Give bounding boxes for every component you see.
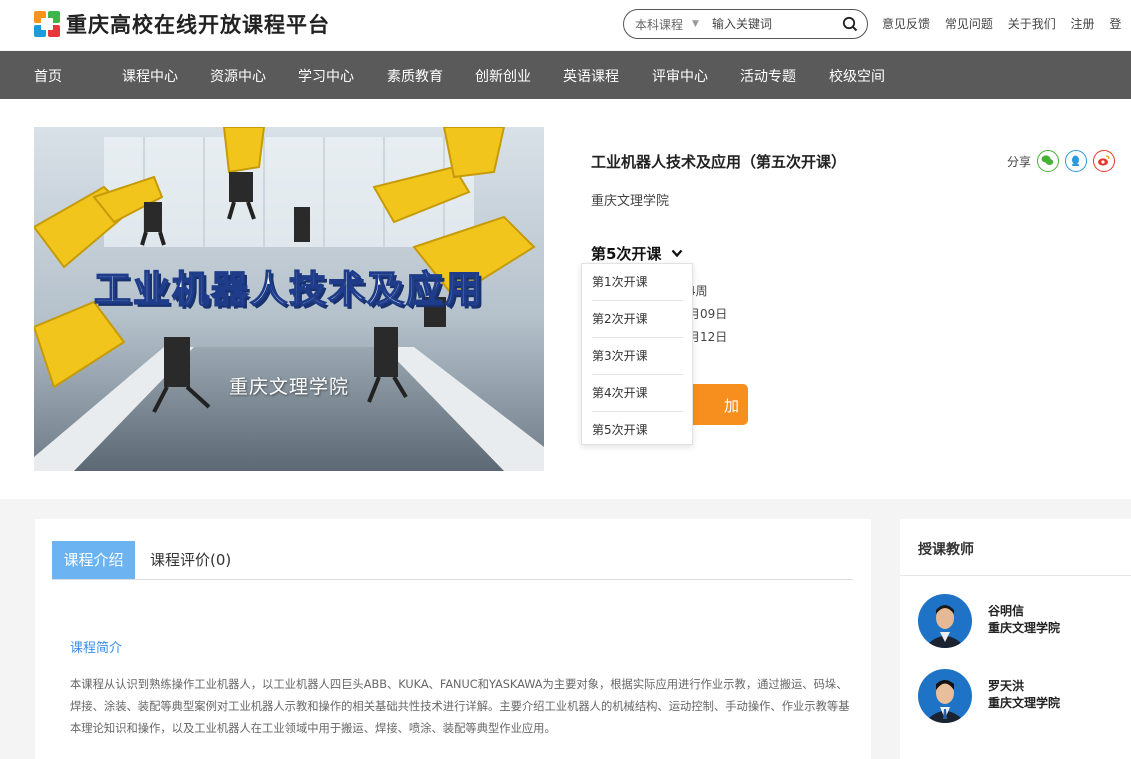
session-dropdown-menu: 第1次开课 第2次开课 第3次开课 第4次开课 第5次开课 (581, 263, 693, 445)
course-end-date: 月12日 (688, 330, 728, 344)
nav-item-english[interactable]: 英语课程 (563, 66, 619, 86)
intro-heading: 课程简介 (70, 641, 123, 656)
avatar (918, 669, 972, 723)
divider (900, 575, 1131, 576)
feedback-link[interactable]: 意见反馈 (882, 17, 930, 31)
top-links: 意见反馈 常见问题 关于我们 注册 登 (882, 15, 1131, 32)
nav-item-learning[interactable]: 学习中心 (298, 66, 354, 86)
teacher-school: 重庆文理学院 (988, 696, 1061, 710)
register-link[interactable]: 注册 (1071, 17, 1095, 31)
nav-item-home[interactable]: 首页 (34, 66, 62, 86)
course-header: 工业机器人技术及应用 重庆文理学院 工业机器人技术及应用（第五次开课） 重庆文理… (0, 99, 1131, 499)
session-option[interactable]: 第4次开课 (592, 375, 683, 412)
faq-link[interactable]: 常见问题 (945, 17, 993, 31)
logo-mark-icon (34, 11, 60, 37)
nav-item-quality[interactable]: 素质教育 (387, 66, 443, 86)
teacher-card[interactable]: 谷明信 重庆文理学院 (918, 594, 1131, 650)
qq-icon[interactable] (1065, 150, 1088, 172)
nav-item-school-space[interactable]: 校级空间 (829, 66, 885, 86)
intro-text: 本课程从认识到熟练操作工业机器人，以工业机器人四巨头ABB、KUKA、FANUC… (70, 678, 850, 735)
top-header: 重庆高校在线开放课程平台 本科课程 ▼ 意见反馈 常见问题 关于我们 注册 登 (0, 0, 1131, 50)
cover-title: 工业机器人技术及应用 (93, 267, 484, 312)
main-nav: 首页 课程中心 资源中心 学习中心 素质教育 创新创业 英语课程 评审中心 活动… (0, 51, 1131, 99)
teachers-heading: 授课教师 (918, 542, 974, 558)
search-category-select[interactable]: 本科课程 (635, 16, 683, 33)
teacher-school: 重庆文理学院 (988, 621, 1061, 635)
cover-school: 重庆文理学院 (228, 376, 349, 398)
search-input[interactable] (711, 17, 818, 31)
course-title: 工业机器人技术及应用（第五次开课） (591, 153, 847, 171)
dropdown-caret-icon[interactable]: ▼ (692, 19, 699, 29)
site-title: 重庆高校在线开放课程平台 (66, 13, 330, 37)
login-link[interactable]: 登 (1109, 17, 1121, 31)
teacher-name: 谷明信 (988, 604, 1025, 618)
course-detail-panel: 课程介绍 课程评价(0) 课程简介 本课程从认识到熟练操作工业机器人，以工业机器… (35, 519, 871, 759)
teacher-card[interactable]: 罗天洪 重庆文理学院 (918, 669, 1131, 725)
about-link[interactable]: 关于我们 (1008, 17, 1056, 31)
session-option[interactable]: 第5次开课 (592, 412, 683, 448)
session-selected-label: 第5次开课 (591, 245, 662, 263)
session-option[interactable]: 第1次开课 (592, 264, 683, 301)
search-icon[interactable] (842, 16, 858, 32)
teachers-panel: 授课教师 谷明信 重庆文理学院 罗天洪 重庆文理学院 (900, 519, 1131, 759)
nav-item-review[interactable]: 评审中心 (652, 66, 708, 86)
weibo-icon[interactable] (1093, 150, 1116, 172)
tab-course-intro[interactable]: 课程介绍 (52, 541, 135, 579)
course-school: 重庆文理学院 (591, 194, 670, 209)
detail-tabs: 课程介绍 课程评价(0) (52, 541, 853, 580)
nav-item-resources[interactable]: 资源中心 (210, 66, 266, 86)
avatar (918, 594, 972, 648)
wechat-icon[interactable] (1037, 150, 1060, 172)
share-label: 分享 (1007, 154, 1032, 169)
site-logo[interactable]: 重庆高校在线开放课程平台 (34, 9, 330, 39)
nav-item-innovation[interactable]: 创新创业 (475, 66, 531, 86)
teacher-name: 罗天洪 (988, 679, 1025, 693)
chevron-down-icon (672, 249, 683, 258)
share-bar: 分享 (1007, 150, 1116, 172)
session-option[interactable]: 第2次开课 (592, 301, 683, 338)
session-option[interactable]: 第3次开课 (592, 338, 683, 375)
search-bar: 本科课程 ▼ (623, 9, 868, 39)
session-selector[interactable]: 第5次开课 (591, 243, 683, 264)
nav-item-events[interactable]: 活动专题 (740, 66, 796, 86)
tab-course-reviews[interactable]: 课程评价(0) (150, 541, 231, 579)
nav-item-courses[interactable]: 课程中心 (122, 66, 178, 86)
course-cover-image: 工业机器人技术及应用 重庆文理学院 (34, 127, 544, 471)
course-start-date: 月09日 (688, 307, 728, 321)
